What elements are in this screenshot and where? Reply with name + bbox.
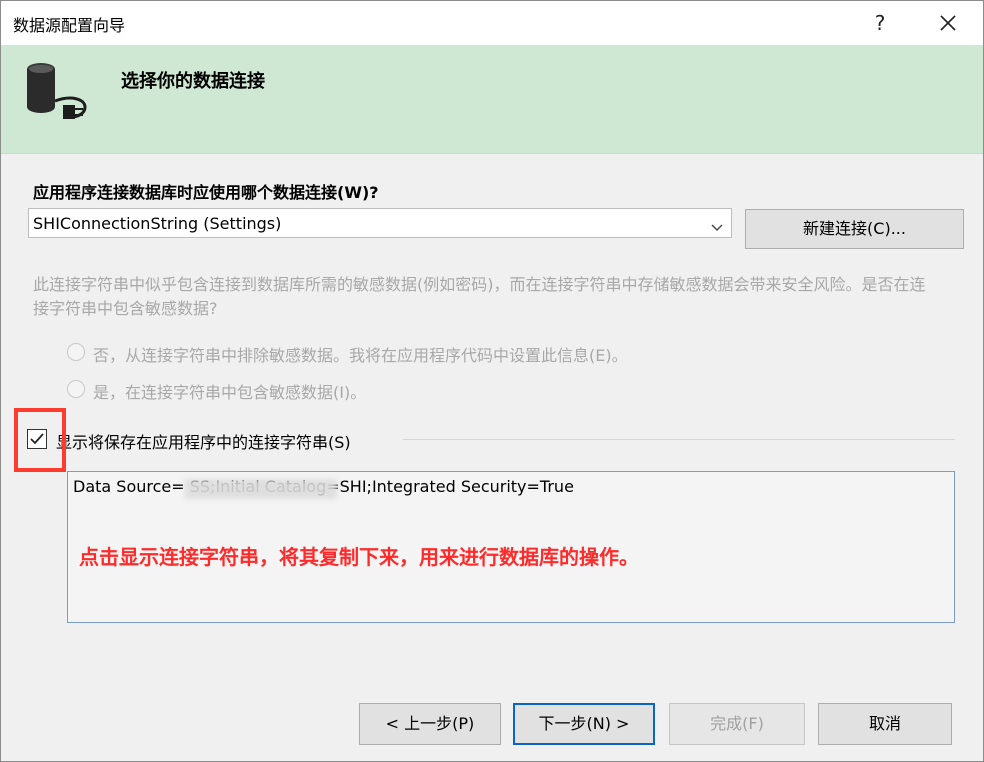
checkbox-highlight-annotation	[14, 408, 66, 472]
chevron-down-icon	[711, 218, 723, 231]
step-title: 选择你的数据连接	[121, 71, 265, 92]
finish-button[interactable]: 完成(F)	[669, 703, 805, 745]
sensitive-data-warning: 此连接字符串中似乎包含连接到数据库所需的敏感数据(例如密码)，而在连接字符串中存…	[33, 275, 926, 318]
wizard-header: 选择你的数据连接	[1, 45, 983, 153]
database-plug-icon	[21, 59, 95, 123]
help-button[interactable]: ?	[857, 5, 903, 41]
radio-button[interactable]	[67, 380, 85, 398]
group-separator	[403, 439, 955, 440]
close-icon	[940, 15, 956, 31]
instruction-annotation: 点击显示连接字符串，将其复制下来，用来进行数据库的操作。	[79, 545, 639, 569]
new-connection-button[interactable]: 新建连接(C)...	[745, 209, 964, 249]
header-divider	[1, 153, 983, 154]
close-button[interactable]	[925, 5, 971, 41]
connection-dropdown[interactable]: SHIConnectionString (Settings)	[28, 208, 732, 238]
show-connection-string-label: 显示将保存在应用程序中的连接字符串(S)	[56, 433, 351, 452]
next-button[interactable]: 下一步(N) >	[513, 703, 655, 745]
radio-label: 是，在连接字符串中包含敏感数据(I)。	[93, 383, 367, 402]
radio-button[interactable]	[67, 343, 85, 361]
connection-dropdown-value: SHIConnectionString (Settings)	[33, 214, 282, 233]
radio-label: 否，从连接字符串中排除敏感数据。我将在应用程序代码中设置此信息(E)。	[93, 346, 628, 365]
connection-question: 应用程序连接数据库时应使用哪个数据连接(W)?	[33, 183, 379, 202]
title-bar: 数据源配置向导 ?	[1, 1, 983, 45]
window-title: 数据源配置向导	[13, 16, 126, 35]
wizard-window: 数据源配置向导 ? 选择你的数据连接 应用程序连接数据库时应使用哪个数据连接(W…	[0, 0, 984, 762]
previous-button[interactable]: < 上一步(P)	[359, 703, 501, 745]
redacted-server-name	[185, 479, 337, 499]
cancel-button[interactable]: 取消	[818, 703, 952, 745]
